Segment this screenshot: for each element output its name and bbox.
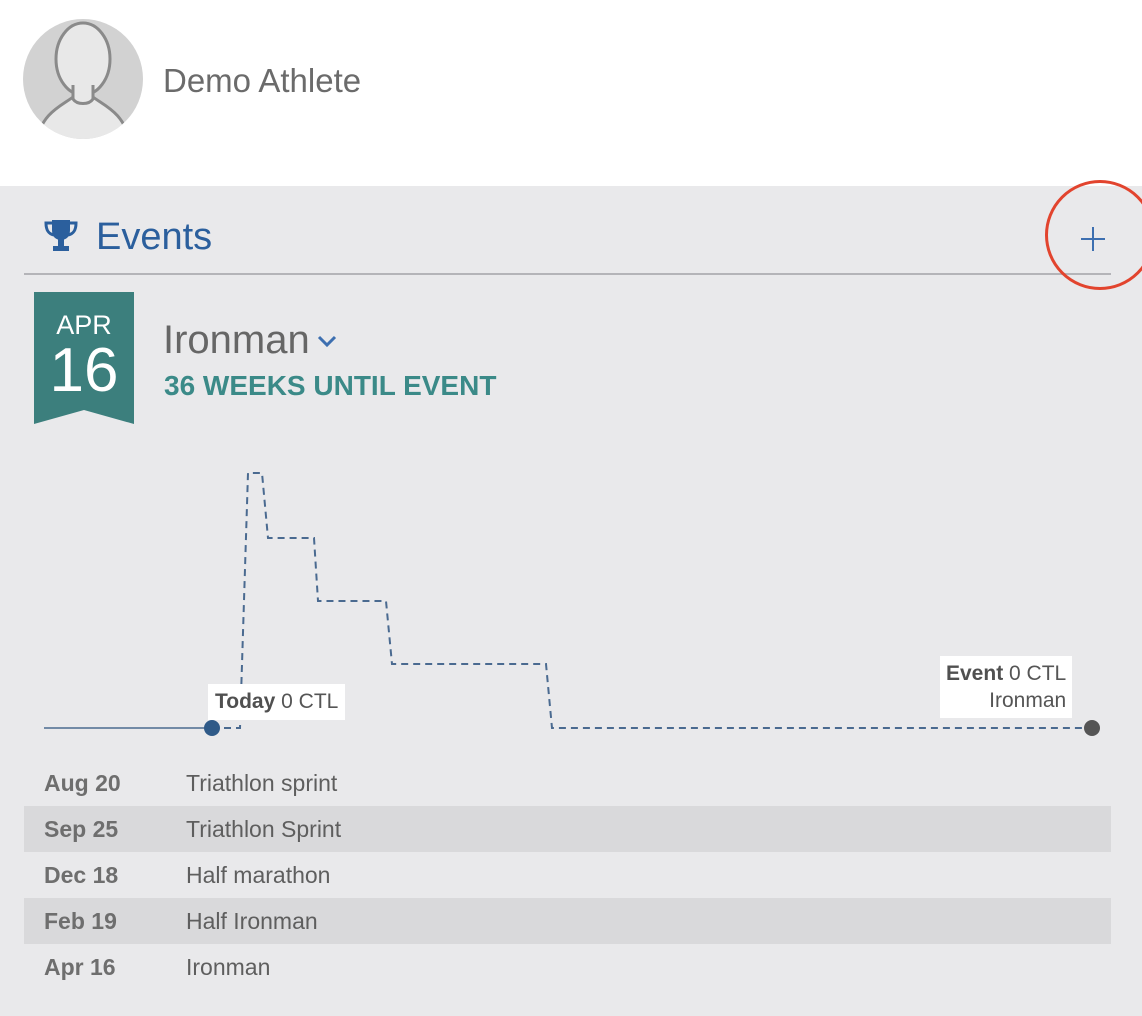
highlight-circle <box>1045 180 1142 290</box>
trophy-icon <box>44 220 78 251</box>
list-item[interactable]: Apr 16 Ironman <box>24 944 1111 990</box>
event-date: Sep 25 <box>44 816 119 842</box>
avatar[interactable] <box>23 19 143 139</box>
event-marker <box>1084 720 1100 736</box>
event-label-box: Event 0 CTL Ironman <box>940 656 1073 718</box>
events-title: Events <box>96 216 213 258</box>
list-item[interactable]: Dec 18 Half marathon <box>24 852 1111 898</box>
event-title: Triathlon Sprint <box>186 816 342 842</box>
event-label-title: Event <box>946 662 1004 685</box>
today-ctl-value: 0 CTL <box>281 690 339 713</box>
event-title: Triathlon sprint <box>186 770 338 796</box>
event-name: Ironman <box>163 318 310 362</box>
event-date: Feb 19 <box>44 908 117 934</box>
event-title: Ironman <box>186 954 271 980</box>
profile-header: Demo Athlete <box>0 0 1142 186</box>
list-item[interactable]: Feb 19 Half Ironman <box>24 898 1111 944</box>
today-label-title: Today <box>215 690 276 713</box>
today-marker <box>204 720 220 736</box>
event-date: Apr 16 <box>44 954 116 980</box>
event-title: Half marathon <box>186 862 331 888</box>
event-title: Half Ironman <box>186 908 318 934</box>
event-label-name: Ironman <box>989 689 1067 712</box>
event-ctl-value: 0 CTL <box>1009 662 1067 685</box>
events-list: Aug 20 Triathlon sprint Sep 25 Triathlon… <box>24 760 1111 990</box>
person-silhouette-icon <box>35 21 131 139</box>
event-date: Aug 20 <box>44 770 121 796</box>
event-day: 16 <box>49 336 119 405</box>
today-label-box: Today 0 CTL <box>208 684 346 720</box>
events-header: Events <box>24 180 1142 290</box>
event-date: Dec 18 <box>44 862 119 888</box>
list-item[interactable]: Aug 20 Triathlon sprint <box>24 760 1111 806</box>
weeks-until-event: 36 WEEKS UNTIL EVENT <box>164 370 497 401</box>
chevron-down-icon[interactable] <box>316 334 338 348</box>
list-item[interactable]: Sep 25 Triathlon Sprint <box>24 806 1111 852</box>
athlete-name: Demo Athlete <box>163 62 362 99</box>
